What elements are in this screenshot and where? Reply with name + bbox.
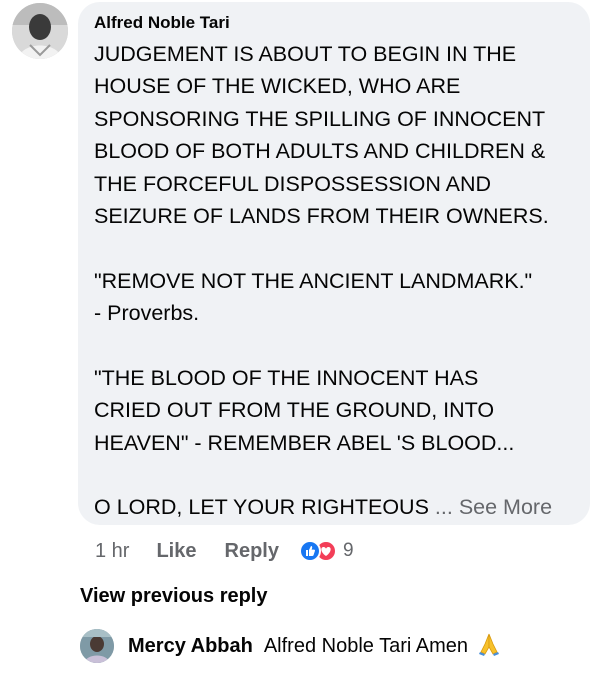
comment-line: - Proverbs. [94, 301, 200, 326]
like-button[interactable]: Like [156, 540, 196, 563]
reply-preview[interactable]: Mercy Abbah Alfred Noble Tari Amen [80, 629, 502, 663]
comment-line: "THE BLOOD OF THE INNOCENT HAS [94, 365, 479, 390]
comment-bubble: Alfred Noble Tari JUDGEMENT IS ABOUT TO … [78, 2, 590, 525]
folded-hands-icon [476, 631, 502, 662]
reactions-summary[interactable]: 9 [298, 540, 354, 562]
reply-author-name[interactable]: Mercy Abbah [128, 635, 253, 658]
comment-line: "REMOVE NOT THE ANCIENT LANDMARK." [94, 268, 533, 293]
comment-line: CRIED OUT FROM THE GROUND, INTO [94, 398, 495, 423]
comment-line [94, 459, 586, 491]
reply-author-avatar[interactable] [80, 629, 114, 663]
comment-ellipsis: ... [434, 495, 453, 520]
view-previous-reply-link[interactable]: View previous reply [80, 585, 268, 608]
comment-actions: 1 hr Like Reply 9 [95, 537, 354, 565]
comment-line: BLOOD OF BOTH ADULTS AND CHILDREN & [94, 139, 546, 164]
commenter-avatar[interactable] [12, 3, 68, 59]
comment-line: SPONSORING THE SPILLING OF INNOCENT [94, 106, 546, 131]
comment-line: JUDGEMENT IS ABOUT TO BEGIN IN THE [94, 42, 517, 66]
comment-line: SEIZURE OF LANDS FROM THEIR OWNERS. [94, 203, 549, 228]
like-icon [298, 540, 321, 562]
comment-line [94, 232, 586, 264]
comment-author-name[interactable]: Alfred Noble Tari [94, 13, 230, 33]
comment-line [94, 330, 586, 362]
comment-last-line: O LORD, LET YOUR RIGHTEOUS ... See More [94, 491, 586, 523]
comment-line: THE FORCEFUL DISPOSSESSION AND [94, 171, 492, 196]
see-more-link[interactable]: See More [459, 495, 552, 519]
comment-timestamp[interactable]: 1 hr [95, 540, 129, 563]
reply-button[interactable]: Reply [225, 540, 279, 563]
comment-line: HOUSE OF THE WICKED, WHO ARE [94, 74, 461, 99]
comment-truncated-text: O LORD, LET YOUR RIGHTEOUS [94, 495, 429, 520]
comment-body: JUDGEMENT IS ABOUT TO BEGIN IN THE HOUSE… [94, 38, 586, 524]
reply-text: Alfred Noble Tari Amen [263, 634, 469, 657]
reaction-count: 9 [342, 540, 354, 561]
comment-line: HEAVEN" - REMEMBER ABEL 'S BLOOD... [94, 430, 515, 455]
